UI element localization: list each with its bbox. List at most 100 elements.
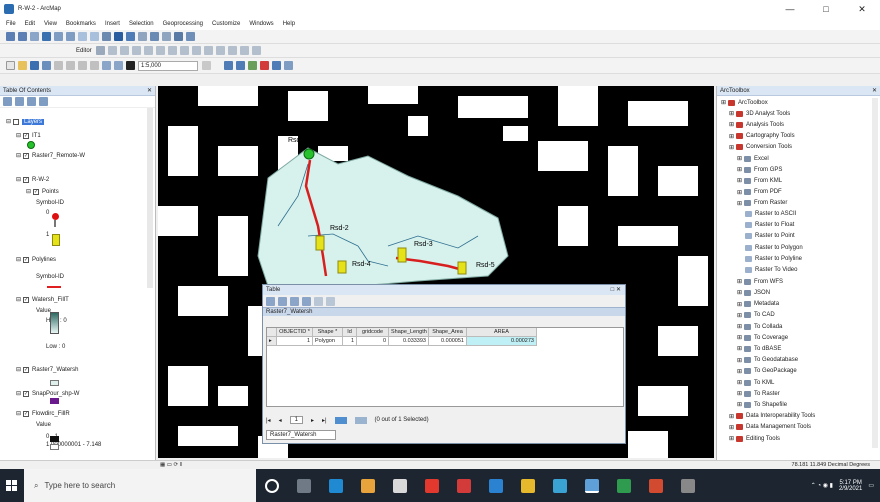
task-view-icon[interactable] — [297, 478, 311, 493]
expand-collapse-icon[interactable]: ⊞ — [737, 289, 742, 296]
back-extent-icon[interactable] — [78, 32, 87, 41]
app-yellow-icon[interactable] — [521, 478, 535, 493]
toc-layer-row[interactable]: 1 — [46, 232, 49, 238]
expand-collapse-icon[interactable]: ⊞ — [737, 334, 742, 341]
notifications-icon[interactable]: ▭ — [868, 482, 874, 489]
pan-icon[interactable] — [30, 32, 39, 41]
column-header[interactable]: Shape_Length — [389, 328, 429, 337]
endpoint-arc-icon[interactable] — [131, 46, 141, 55]
minimize-button[interactable]: — — [772, 0, 808, 18]
column-header[interactable]: OBJECTID * — [277, 328, 313, 337]
menu-insert[interactable]: Insert — [105, 21, 120, 27]
start-button[interactable] — [0, 469, 24, 502]
column-header[interactable]: Shape * — [313, 328, 343, 337]
expand-collapse-icon[interactable]: ⊟ — [16, 256, 21, 263]
toc-layer-row[interactable]: 0 — [46, 210, 49, 216]
expand-collapse-icon[interactable]: ⊞ — [729, 424, 734, 431]
expand-collapse-icon[interactable]: ⊞ — [737, 200, 742, 207]
table-cell[interactable]: 0.000051 — [429, 337, 467, 346]
redo-icon[interactable] — [114, 61, 123, 70]
html-popup-icon[interactable] — [174, 32, 183, 41]
toolbox-item[interactable]: ⊞ Metadata — [737, 301, 779, 308]
layer-visibility-checkbox[interactable] — [13, 118, 20, 125]
undo-icon[interactable] — [102, 61, 111, 70]
word-icon[interactable] — [553, 478, 567, 493]
toolbox-item[interactable]: ⊞ 3D Analyst Tools — [729, 110, 790, 117]
taskbar-search[interactable]: ⌕ Type here to search — [24, 469, 256, 502]
edge-icon[interactable] — [329, 478, 343, 493]
fixed-zoom-out-icon[interactable] — [66, 32, 75, 41]
layer-visibility-checkbox[interactable]: ✓ — [23, 390, 30, 397]
list-by-selection-icon[interactable] — [39, 97, 48, 106]
expand-collapse-icon[interactable]: ⊞ — [737, 155, 742, 162]
close-button[interactable]: ✕ — [844, 0, 880, 18]
expand-collapse-icon[interactable]: ⊞ — [737, 357, 742, 364]
toc-layer-row[interactable]: ⊟ ✓ Raster7_Watersh — [16, 366, 79, 373]
zoom-in-icon[interactable] — [6, 32, 15, 41]
related-tables-icon[interactable] — [278, 296, 287, 306]
file-explorer-icon[interactable] — [361, 478, 375, 493]
toolbox-item[interactable]: ⊞ Conversion Tools — [729, 144, 792, 151]
expand-collapse-icon[interactable]: ⊞ — [737, 323, 742, 330]
layer-visibility-checkbox[interactable]: ✓ — [23, 296, 30, 303]
attributes-icon[interactable] — [227, 46, 237, 55]
app-blue-icon[interactable] — [489, 478, 503, 493]
map-scale-input[interactable]: 1:5,000 — [138, 60, 198, 71]
identify-icon[interactable] — [126, 32, 135, 41]
toc-layer-row[interactable]: Low : 0 — [46, 344, 65, 350]
expand-collapse-icon[interactable]: ⊟ — [16, 132, 21, 139]
cortana-icon[interactable] — [265, 478, 279, 493]
expand-collapse-icon[interactable]: ⊞ — [737, 312, 742, 319]
previous-record-icon[interactable]: ◂ — [279, 417, 282, 424]
table-cell-area[interactable]: 0.000273 — [467, 337, 537, 346]
arcmap-taskbar-icon[interactable] — [585, 478, 599, 493]
column-header[interactable]: Id — [343, 328, 357, 337]
toolbox-item[interactable]: Raster to Point — [745, 233, 795, 240]
toc-layer-row[interactable]: Symbol-ID — [36, 274, 64, 280]
menu-selection[interactable]: Selection — [129, 21, 154, 27]
toolbox-item[interactable]: Raster to Polygon — [745, 244, 803, 251]
table-window-controls[interactable]: □ ✕ — [611, 285, 621, 295]
menu-customize[interactable]: Customize — [212, 21, 240, 27]
expand-collapse-icon[interactable]: ⊟ — [6, 118, 11, 125]
table-cell[interactable]: 1 — [277, 337, 313, 346]
toolbox-close-icon[interactable]: ✕ — [872, 86, 877, 95]
reshape-icon[interactable] — [179, 46, 189, 55]
list-by-drawing-order-icon[interactable] — [3, 97, 12, 106]
expand-collapse-icon[interactable]: ⊞ — [729, 144, 734, 151]
expand-collapse-icon[interactable]: ⊟ — [16, 390, 21, 397]
copy-icon[interactable] — [66, 61, 75, 70]
split-icon[interactable] — [203, 46, 213, 55]
show-selected-records-icon[interactable] — [354, 416, 367, 424]
open-icon[interactable] — [18, 61, 27, 70]
toolbox-item[interactable]: ⊞ To Coverage — [737, 334, 788, 341]
expand-collapse-icon[interactable]: ⊞ — [737, 368, 742, 375]
yellow-point-marker-1[interactable] — [315, 235, 325, 251]
expand-collapse-icon[interactable]: ⊞ — [737, 278, 742, 285]
toolbox-item[interactable]: ⊞ Data Management Tools — [729, 424, 811, 431]
arctoolbox-icon[interactable] — [260, 61, 269, 70]
menu-bookmarks[interactable]: Bookmarks — [66, 21, 96, 27]
layer-visibility-checkbox[interactable]: ✓ — [23, 176, 30, 183]
list-by-visibility-icon[interactable] — [27, 97, 36, 106]
toolbox-item[interactable]: ⊞ From GPS — [737, 166, 782, 173]
record-number-input[interactable]: 1 — [289, 416, 303, 424]
table-options-icon[interactable] — [266, 296, 275, 306]
toc-scrollbar[interactable] — [147, 108, 153, 288]
toolbox-item[interactable]: ⊞ To Raster — [737, 390, 780, 397]
layer-visibility-checkbox[interactable]: ✓ — [33, 188, 40, 195]
toc-layer-row[interactable]: ⊟ Layers — [6, 118, 45, 125]
powerpoint-icon[interactable] — [649, 478, 663, 493]
toolbox-item[interactable]: Raster to ASCII — [745, 211, 796, 217]
toc-layer-row[interactable]: ⊟ ✓ SnapPour_shp-W — [16, 390, 79, 397]
switch-selection-icon[interactable] — [302, 296, 311, 306]
editor-toolbar-icon[interactable] — [224, 61, 233, 70]
yellow-point-marker-4[interactable] — [457, 261, 467, 275]
expand-collapse-icon[interactable]: ⊞ — [737, 379, 742, 386]
expand-collapse-icon[interactable]: ⊟ — [16, 410, 21, 417]
show-all-records-icon[interactable] — [334, 416, 347, 424]
column-header[interactable]: Shape_Area — [429, 328, 467, 337]
table-cell[interactable]: Polygon — [313, 337, 343, 346]
rotate-icon[interactable] — [215, 46, 225, 55]
forward-extent-icon[interactable] — [90, 32, 99, 41]
